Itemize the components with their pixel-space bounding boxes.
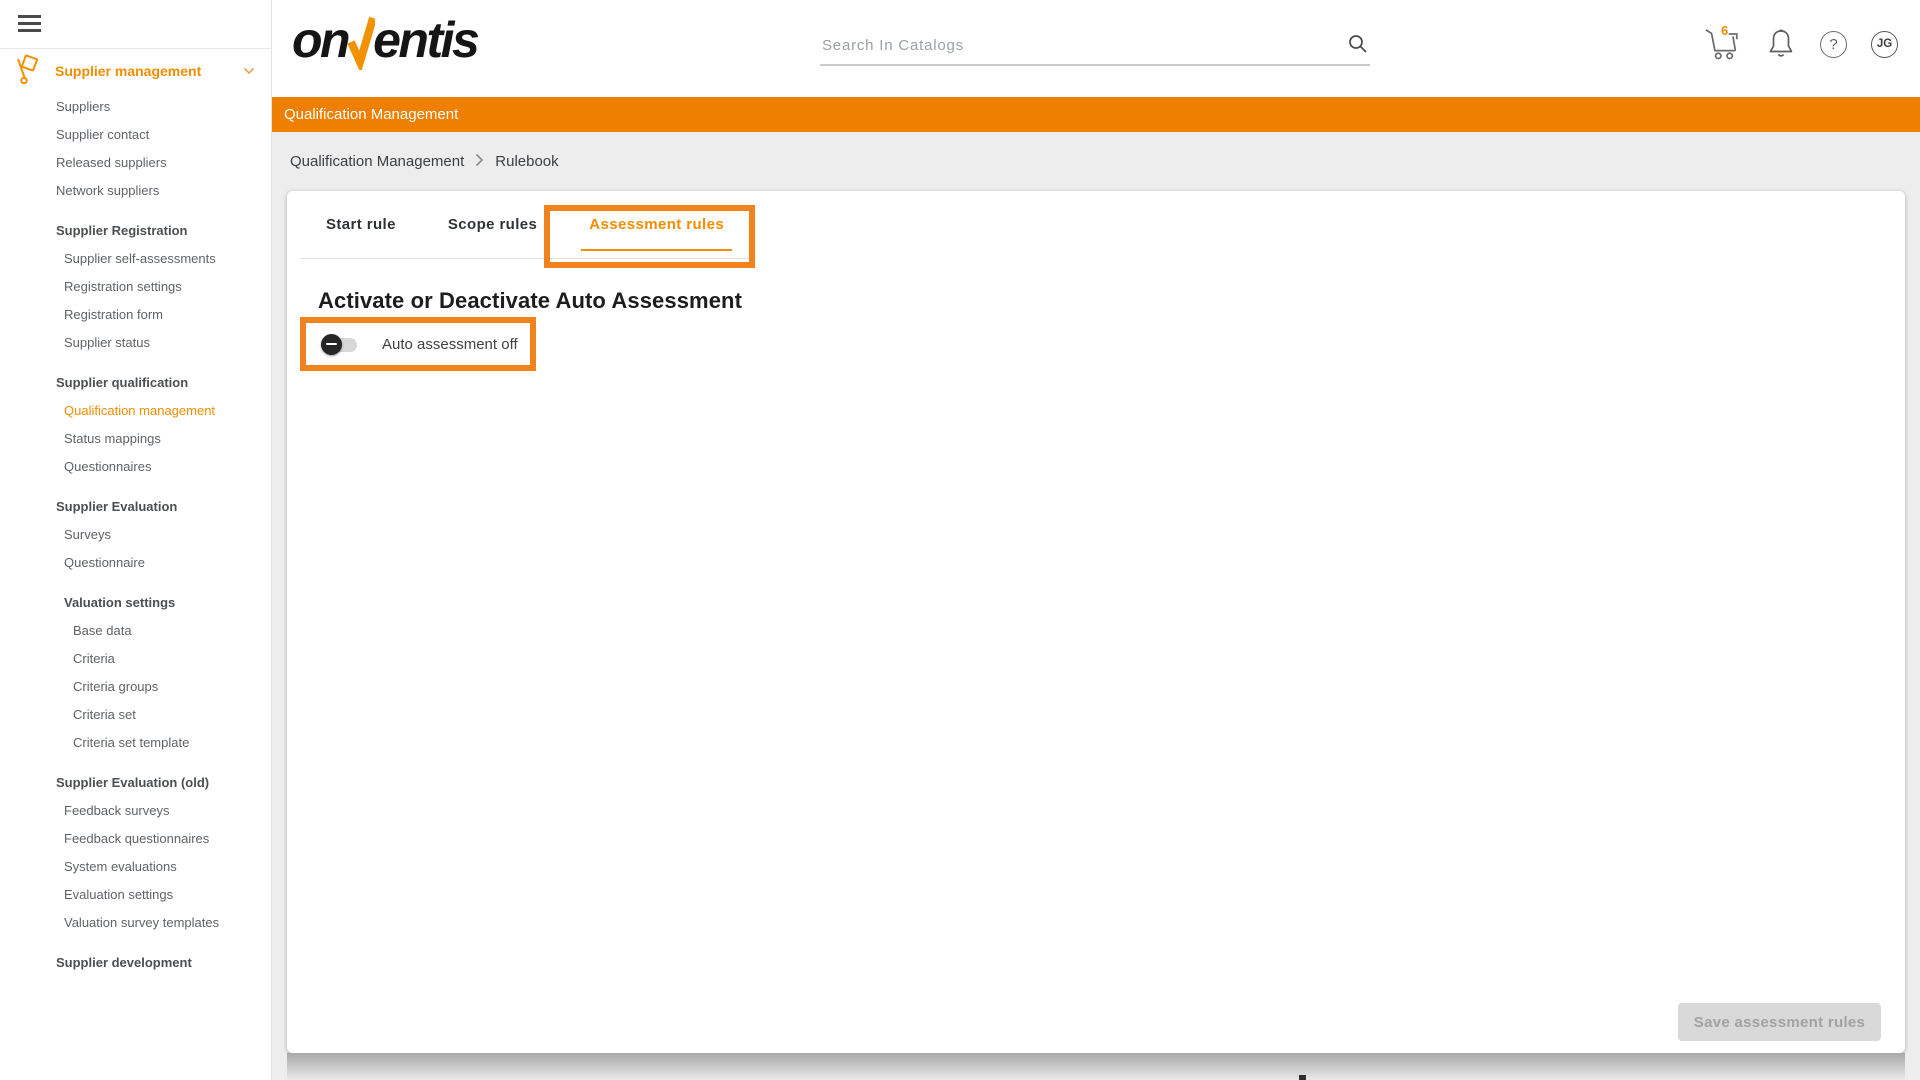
- toggle-switch-off-icon[interactable]: [321, 334, 358, 355]
- save-assessment-rules-button[interactable]: Save assessment rules: [1678, 1003, 1881, 1041]
- logo-text-post: entis: [373, 8, 477, 72]
- sidebar-item-suppliers[interactable]: Suppliers: [0, 93, 271, 121]
- breadcrumb: Qualification Management Rulebook: [290, 132, 559, 191]
- sidebar-item-valuation-survey-templates[interactable]: Valuation survey templates: [0, 909, 271, 937]
- tabstrip: Start rule Scope rules Assessment rules: [300, 191, 750, 259]
- sidebar-item-released-suppliers[interactable]: Released suppliers: [0, 149, 271, 177]
- logo-check-icon: [348, 8, 373, 75]
- sidebar-item-supplier-self-assessments[interactable]: Supplier self-assessments: [0, 245, 271, 273]
- tab-start-rule[interactable]: Start rule: [300, 191, 422, 258]
- bottom-edge-mark: [1299, 1075, 1306, 1080]
- hand-truck-icon: [14, 54, 40, 89]
- breadcrumb-current: Rulebook: [495, 153, 558, 170]
- sidebar-item-supplier-qualification: Supplier qualification: [0, 369, 271, 397]
- content-card: Start rule Scope rules Assessment rules …: [287, 191, 1905, 1053]
- page-title: Activate or Deactivate Auto Assessment: [318, 288, 742, 314]
- sidebar-item-criteria-set-template[interactable]: Criteria set template: [0, 729, 271, 757]
- sidebar-item-feedback-surveys[interactable]: Feedback surveys: [0, 797, 271, 825]
- sidebar-item-questionnaires[interactable]: Questionnaires: [0, 453, 271, 481]
- cart-count-badge: 6: [1721, 23, 1728, 38]
- auto-assessment-toggle[interactable]: Auto assessment off: [321, 330, 518, 358]
- header: on entis: [272, 0, 1920, 97]
- sidebar-item-base-data[interactable]: Base data: [0, 617, 271, 645]
- card-bottom-shadow: [287, 1053, 1905, 1080]
- header-icons: 6 ? JG: [1704, 24, 1898, 64]
- question-mark-icon: ?: [1829, 36, 1837, 53]
- sidebar-item-network-suppliers[interactable]: Network suppliers: [0, 177, 271, 205]
- tab-scope-rules[interactable]: Scope rules: [422, 191, 563, 258]
- module-title: Qualification Management: [284, 106, 458, 123]
- app-root: Supplier management SuppliersSupplier co…: [0, 0, 1920, 1080]
- sidebar-item-valuation-settings: Valuation settings: [0, 589, 271, 617]
- logo-text-pre: on: [292, 8, 348, 72]
- sidebar-item-supplier-status[interactable]: Supplier status: [0, 329, 271, 357]
- sidebar-item-status-mappings[interactable]: Status mappings: [0, 425, 271, 453]
- avatar[interactable]: JG: [1871, 31, 1898, 58]
- module-title-bar: Qualification Management: [272, 97, 1920, 132]
- sidebar-item-supplier-management[interactable]: Supplier management: [0, 55, 271, 87]
- sidebar-item-evaluation-settings[interactable]: Evaluation settings: [0, 881, 271, 909]
- notifications-button[interactable]: [1766, 27, 1796, 61]
- sidebar-top: [0, 0, 271, 49]
- menu-icon[interactable]: [18, 15, 41, 32]
- sidebar-item-criteria-groups[interactable]: Criteria groups: [0, 673, 271, 701]
- chevron-down-icon: [243, 62, 255, 80]
- sidebar-item-criteria[interactable]: Criteria: [0, 645, 271, 673]
- avatar-initials: JG: [1877, 38, 1892, 50]
- sidebar-item-registration-form[interactable]: Registration form: [0, 301, 271, 329]
- sidebar-item-qualification-management[interactable]: Qualification management: [0, 397, 271, 425]
- sidebar: Supplier management SuppliersSupplier co…: [0, 0, 272, 1080]
- tab-assessment-rules[interactable]: Assessment rules: [563, 191, 750, 258]
- bell-icon: [1766, 27, 1796, 61]
- toggle-label: Auto assessment off: [382, 336, 518, 353]
- sidebar-item-criteria-set[interactable]: Criteria set: [0, 701, 271, 729]
- sidebar-item-feedback-questionnaires[interactable]: Feedback questionnaires: [0, 825, 271, 853]
- search-input[interactable]: [820, 26, 1370, 66]
- sidebar-item-supplier-registration: Supplier Registration: [0, 217, 271, 245]
- breadcrumb-parent[interactable]: Qualification Management: [290, 153, 464, 170]
- sidebar-item-system-evaluations[interactable]: System evaluations: [0, 853, 271, 881]
- help-button[interactable]: ?: [1820, 31, 1847, 58]
- search-icon[interactable]: [1348, 34, 1368, 59]
- sidebar-root-label: Supplier management: [55, 63, 201, 79]
- onventis-logo[interactable]: on entis: [292, 8, 477, 75]
- sidebar-item-surveys[interactable]: Surveys: [0, 521, 271, 549]
- sidebar-item-supplier-evaluation: Supplier Evaluation: [0, 493, 271, 521]
- sidebar-item-questionnaire[interactable]: Questionnaire: [0, 549, 271, 577]
- sidebar-item-registration-settings[interactable]: Registration settings: [0, 273, 271, 301]
- sidebar-item-supplier-development: Supplier development: [0, 949, 271, 977]
- sidebar-item-supplier-contact[interactable]: Supplier contact: [0, 121, 271, 149]
- cart-button[interactable]: 6: [1704, 24, 1742, 64]
- sidebar-nav: SuppliersSupplier contactReleased suppli…: [0, 87, 271, 977]
- catalog-search: [820, 26, 1370, 70]
- sidebar-item-supplier-evaluation-old: Supplier Evaluation (old): [0, 769, 271, 797]
- content-area: Qualification Management Rulebook Start …: [272, 132, 1920, 1080]
- chevron-right-icon: [475, 153, 484, 171]
